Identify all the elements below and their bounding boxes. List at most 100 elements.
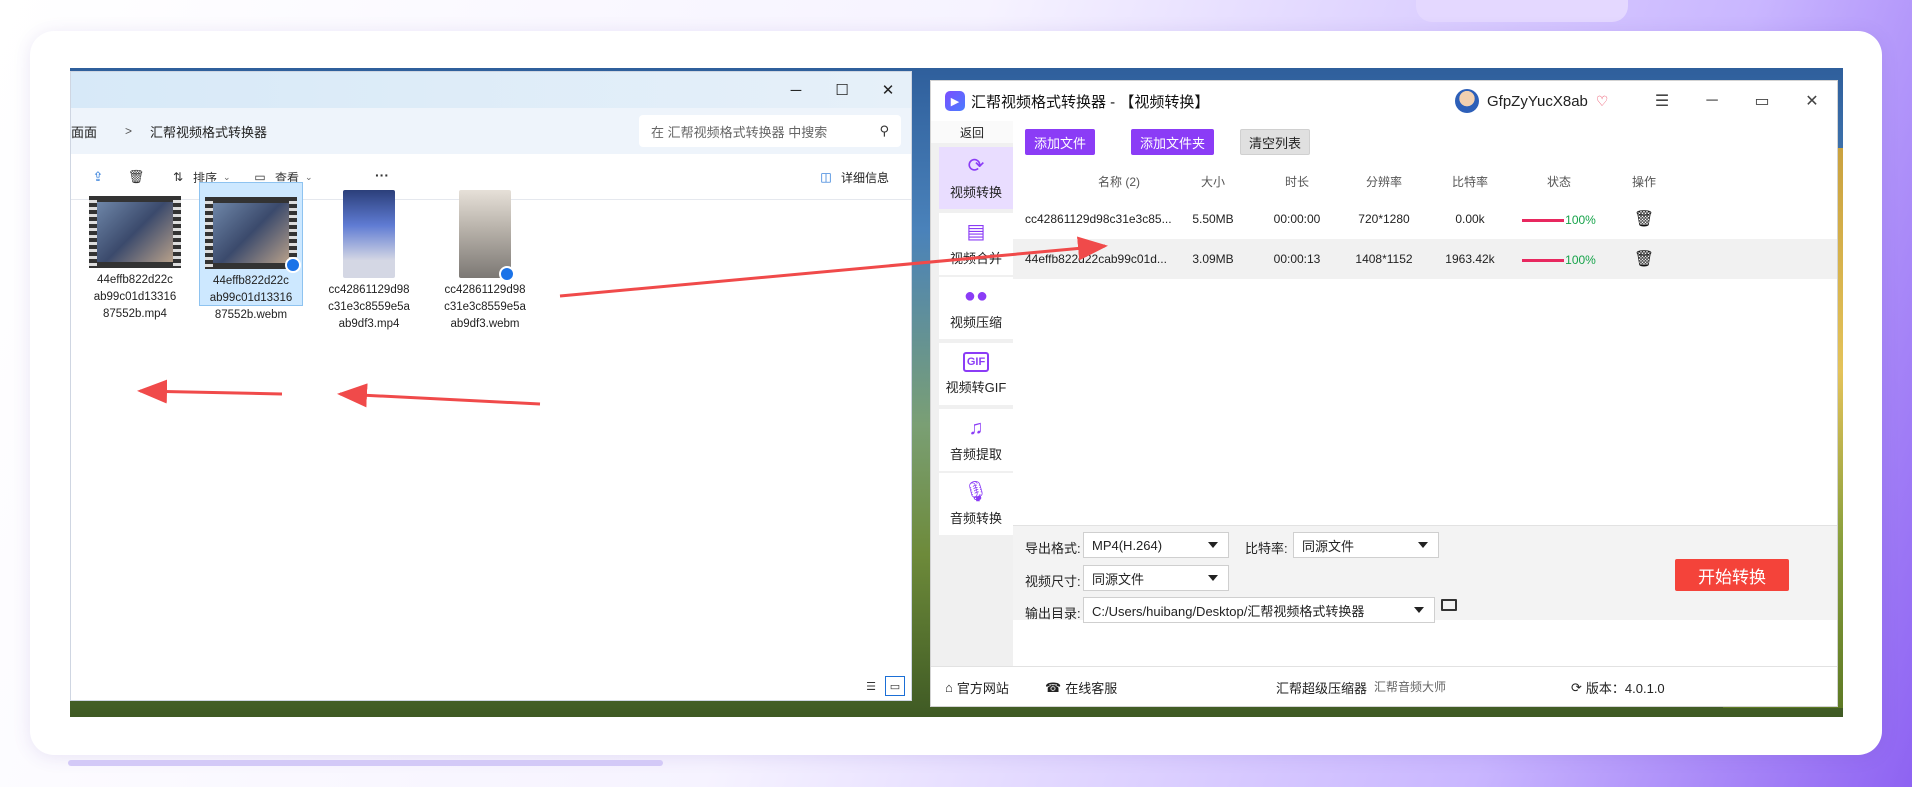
trash-icon[interactable]: 🗑	[1634, 211, 1654, 228]
explorer-maximize-button[interactable]: ☐	[819, 72, 865, 108]
start-convert-button[interactable]: 开始转换	[1675, 559, 1789, 591]
gif-icon: GIF	[963, 352, 989, 372]
row-size: 3.09MB	[1192, 252, 1234, 266]
video-thumbnail	[89, 196, 181, 268]
file-table: 名称 (2) 大小 时长 分辨率 比特率 状态 操作 cc42861129d98…	[1013, 163, 1837, 279]
file-item[interactable]: 44effb822d22c ab99c01d13316 87552b.mp4	[83, 188, 187, 323]
progress-bar	[1522, 258, 1565, 262]
background-tab-decoration	[1416, 0, 1628, 22]
file-item[interactable]: cc42861129d98 c31e3c8559e5a ab9df3.mp4	[317, 188, 421, 333]
more-options-button[interactable]: ···	[375, 167, 389, 183]
table-row[interactable]: 44effb822d22cab99c01d... 3.09MB 00:00:13…	[1013, 239, 1837, 279]
size-select[interactable]: 同源文件	[1083, 565, 1229, 591]
sort-icon: ⇅	[172, 170, 184, 184]
output-label: 输出目录:	[1025, 606, 1081, 621]
nav-video-gif[interactable]: GIF 视频转GIF	[939, 343, 1013, 405]
nav-video-convert[interactable]: ⟳ 视频转换	[939, 147, 1013, 209]
add-file-button[interactable]: 添加文件	[1025, 129, 1096, 155]
row-status: 100%	[1513, 251, 1605, 268]
header-size: 大小	[1200, 174, 1225, 189]
row-resolution: 1408*1152	[1355, 252, 1413, 266]
music-note-icon: ♫	[968, 417, 984, 439]
explorer-address-bar[interactable]: 面面 > 汇帮视频格式转换器 在 汇帮视频格式转换器 中搜索 ⚲	[71, 108, 911, 154]
header-duration: 时长	[1284, 174, 1309, 189]
app-logo-icon: ▶	[945, 91, 965, 111]
details-pane-button[interactable]: ◫ 详细信息	[817, 168, 889, 186]
list-view-icon[interactable]: ☰	[861, 676, 881, 696]
app-menu-button[interactable]: ☰	[1637, 81, 1687, 121]
headset-icon: ☎	[1045, 679, 1062, 695]
audio-master-link[interactable]: 汇帮音频大师	[1374, 678, 1446, 695]
progress-text: 100%	[1565, 213, 1596, 228]
chevron-right-icon: >	[125, 124, 133, 138]
nav-audio-extract[interactable]: ♫ 音频提取	[939, 409, 1013, 471]
row-bitrate: 1963.42k	[1445, 252, 1495, 266]
file-item[interactable]: cc42861129d98 c31e3c8559e5a ab9df3.webm	[433, 188, 537, 333]
website-link[interactable]: ⌂ 官方网站	[945, 678, 1009, 697]
back-button[interactable]: 返回	[931, 121, 1013, 143]
explorer-minimize-button[interactable]: ─	[773, 72, 819, 108]
website-label: 官方网站	[956, 681, 1009, 696]
output-dir-value: C:/Users/huibang/Desktop/汇帮视频格式转换器	[1092, 603, 1365, 619]
explorer-close-button[interactable]: ✕	[865, 72, 911, 108]
table-row[interactable]: cc42861129d98c31e3c85... 5.50MB 00:00:00…	[1013, 199, 1837, 239]
folder-open-icon[interactable]	[1441, 599, 1457, 611]
file-name: 44effb822d22c ab99c01d13316 87552b.mp4	[93, 274, 177, 320]
chevron-down-icon	[1208, 575, 1218, 581]
add-folder-button[interactable]: 添加文件夹	[1131, 129, 1215, 155]
trash-icon[interactable]: 🗑	[1634, 251, 1654, 268]
version-info: ⟳ 版本：4.0.1.0	[1571, 678, 1665, 697]
app-close-button[interactable]: ✕	[1787, 81, 1837, 121]
nav-label: 音频转换	[949, 511, 1002, 526]
video-merge-icon: ▤	[966, 221, 986, 243]
progress-text: 100%	[1565, 253, 1596, 268]
app-maximize-button[interactable]: ▭	[1737, 81, 1787, 121]
nav-label: 音频提取	[949, 447, 1002, 462]
chevron-down-icon	[1418, 542, 1428, 548]
header-name: 名称 (2)	[1097, 174, 1140, 189]
explorer-view-switcher: ☰ ▭	[861, 676, 905, 696]
row-name: cc42861129d98c31e3c85...	[1025, 212, 1172, 226]
chevron-down-icon	[1208, 542, 1218, 548]
bitrate-label: 比特率:	[1245, 541, 1288, 556]
size-value: 同源文件	[1092, 571, 1145, 587]
support-link[interactable]: ☎ 在线客服	[1045, 678, 1117, 697]
nav-label: 视频转GIF	[945, 380, 1007, 395]
file-name: cc42861129d98 c31e3c8559e5a ab9df3.mp4	[328, 284, 410, 330]
nav-audio-convert[interactable]: 🎙 音频转换	[939, 473, 1013, 535]
sync-status-icon	[285, 257, 301, 273]
version-label: 版本：4.0.1.0	[1585, 681, 1665, 696]
output-dir-select[interactable]: C:/Users/huibang/Desktop/汇帮视频格式转换器	[1083, 597, 1435, 623]
video-convert-icon: ⟳	[967, 155, 985, 177]
bitrate-select[interactable]: 同源文件	[1293, 532, 1439, 558]
share-icon[interactable]: ⇪	[89, 168, 107, 186]
clear-list-button[interactable]: 清空列表	[1240, 129, 1311, 155]
explorer-title-bar[interactable]: ─ ☐ ✕	[71, 72, 911, 108]
app-title-bar[interactable]: ▶ 汇帮视频格式转换器 - 【视频转换】 GfpZyYucX8ab ♡ ☰ ─ …	[931, 81, 1837, 121]
app-sidebar: 返回 ⟳ 视频转换 ▤ 视频合并 ●● 视频压缩 GIF 视频转GIF ♫ 音频…	[931, 121, 1013, 668]
video-thumbnail	[459, 190, 515, 282]
breadcrumb-desktop[interactable]: 面面	[71, 122, 97, 141]
breadcrumb-folder[interactable]: 汇帮视频格式转换器	[150, 122, 267, 141]
details-pane-icon: ◫	[820, 170, 832, 184]
microphone-icon: 🎙	[963, 481, 989, 503]
username: GfpZyYucX8ab	[1487, 92, 1588, 110]
chevron-down-icon	[1414, 607, 1424, 613]
user-account[interactable]: GfpZyYucX8ab ♡	[1455, 89, 1608, 113]
nav-video-merge[interactable]: ▤ 视频合并	[939, 213, 1013, 275]
app-title: 汇帮视频格式转换器 - 【视频转换】	[971, 93, 1210, 111]
compressor-link[interactable]: 汇帮超级压缩器	[1276, 678, 1367, 697]
format-label: 导出格式:	[1025, 541, 1081, 556]
format-select[interactable]: MP4(H.264)	[1083, 532, 1229, 558]
nav-label: 视频压缩	[949, 315, 1002, 330]
delete-icon[interactable]: 🗑	[127, 168, 145, 186]
thumbnail-view-icon[interactable]: ▭	[885, 676, 905, 696]
format-value: MP4(H.264)	[1092, 537, 1163, 553]
app-minimize-button[interactable]: ─	[1687, 81, 1737, 121]
row-status: 100%	[1513, 211, 1605, 228]
file-name: 44effb822d22c ab99c01d13316 87552b.webm	[209, 275, 293, 321]
file-item-selected[interactable]: 44effb822d22c ab99c01d13316 87552b.webm	[199, 182, 303, 321]
video-thumbnail	[205, 197, 301, 273]
explorer-search-input[interactable]: 在 汇帮视频格式转换器 中搜索 ⚲	[639, 115, 901, 147]
nav-video-compress[interactable]: ●● 视频压缩	[939, 277, 1013, 339]
